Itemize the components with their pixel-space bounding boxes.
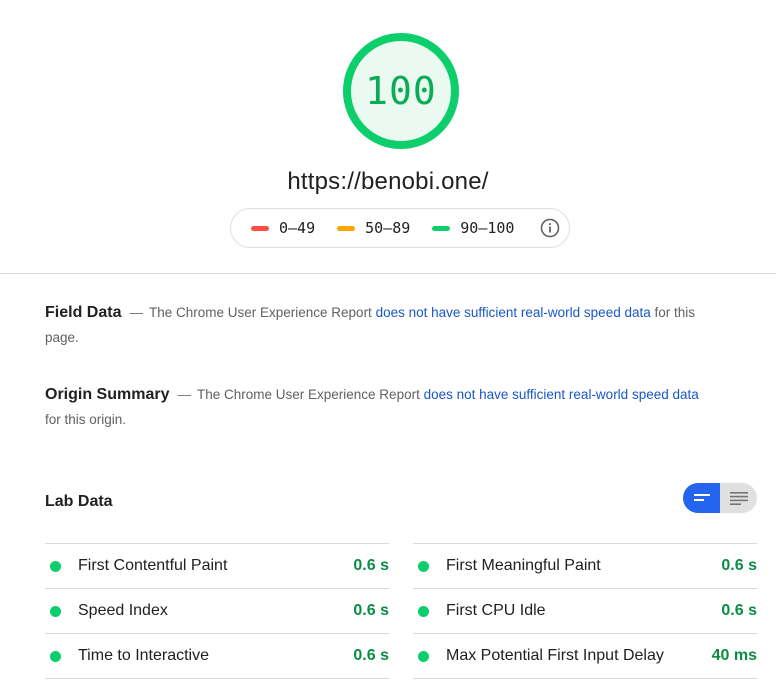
compact-view-icon (729, 491, 748, 505)
lab-data-title: Lab Data (45, 493, 113, 510)
metric-name: First Contentful Paint (78, 557, 228, 574)
legend-pass-swatch (432, 225, 451, 231)
expanded-view-button[interactable] (683, 483, 720, 513)
metric-name: First Meaningful Paint (446, 557, 601, 574)
pass-dot-icon (418, 605, 429, 617)
pass-dot-icon (418, 650, 429, 662)
metric-row: Time to Interactive 0.6 s (45, 633, 389, 679)
legend-pass-label: 90–100 (460, 219, 515, 237)
origin-summary-text: The Chrome User Experience Report (196, 387, 424, 402)
compact-view-button[interactable] (720, 483, 757, 513)
metric-value: 0.6 s (721, 557, 757, 574)
legend-fail-label: 0–49 (279, 219, 316, 237)
metric-value: 0.6 s (721, 602, 757, 619)
performance-score: 100 (365, 69, 437, 113)
metric-name: Speed Index (78, 602, 168, 619)
legend-average-swatch (337, 225, 356, 231)
metric-value: 40 ms (711, 647, 757, 664)
metrics-view-toggle[interactable] (683, 483, 757, 513)
field-data-link[interactable]: does not have sufficient real-world spee… (376, 305, 651, 320)
pass-dot-icon (50, 605, 61, 617)
metric-name: Max Potential First Input Delay (446, 647, 664, 664)
legend-average: 50–89 (337, 219, 410, 237)
origin-summary-section: Origin Summary — The Chrome User Experienc… (45, 382, 705, 432)
metric-name: First CPU Idle (446, 602, 546, 619)
origin-summary-dash: — (177, 387, 191, 402)
legend-fail-swatch (251, 225, 269, 231)
field-data-text: The Chrome User Experience Report (148, 305, 376, 320)
origin-summary-title: Origin Summary (45, 386, 170, 403)
lab-metrics-right: First Meaningful Paint 0.6 s First CPU I… (413, 543, 757, 679)
metric-row: First Meaningful Paint 0.6 s (413, 543, 757, 588)
metric-row: Speed Index 0.6 s (45, 588, 389, 633)
pass-dot-icon (418, 560, 429, 572)
info-icon[interactable] (540, 218, 560, 238)
field-data-dash: — (129, 305, 143, 320)
legend-pass: 90–100 (432, 219, 514, 237)
metric-row: First CPU Idle 0.6 s (413, 588, 757, 633)
pass-dot-icon (50, 650, 61, 662)
lab-metrics-left: First Contentful Paint 0.6 s Speed Index… (45, 543, 389, 679)
score-legend: 0–49 50–89 90–100 (230, 208, 570, 248)
metric-row: Max Potential First Input Delay 40 ms (413, 633, 757, 679)
expanded-view-icon (693, 494, 710, 501)
origin-summary-link[interactable]: does not have sufficient real-world spee… (424, 387, 699, 402)
metric-value: 0.6 s (353, 602, 389, 619)
tested-url: https://benobi.one/ (287, 168, 489, 195)
metric-name: Time to Interactive (78, 647, 210, 664)
metric-value: 0.6 s (353, 647, 389, 664)
origin-summary-text-after: for this origin. (45, 412, 127, 427)
legend-average-label: 50–89 (365, 219, 411, 237)
pass-dot-icon (50, 560, 61, 572)
field-data-section: Field Data — The Chrome User Experience Re… (45, 300, 705, 350)
legend-fail: 0–49 (251, 219, 315, 237)
score-gauge: 100 (341, 31, 461, 151)
metric-row: First Contentful Paint 0.6 s (45, 543, 389, 588)
header-divider (0, 273, 776, 274)
metric-value: 0.6 s (353, 557, 389, 574)
field-data-title: Field Data (45, 304, 122, 321)
